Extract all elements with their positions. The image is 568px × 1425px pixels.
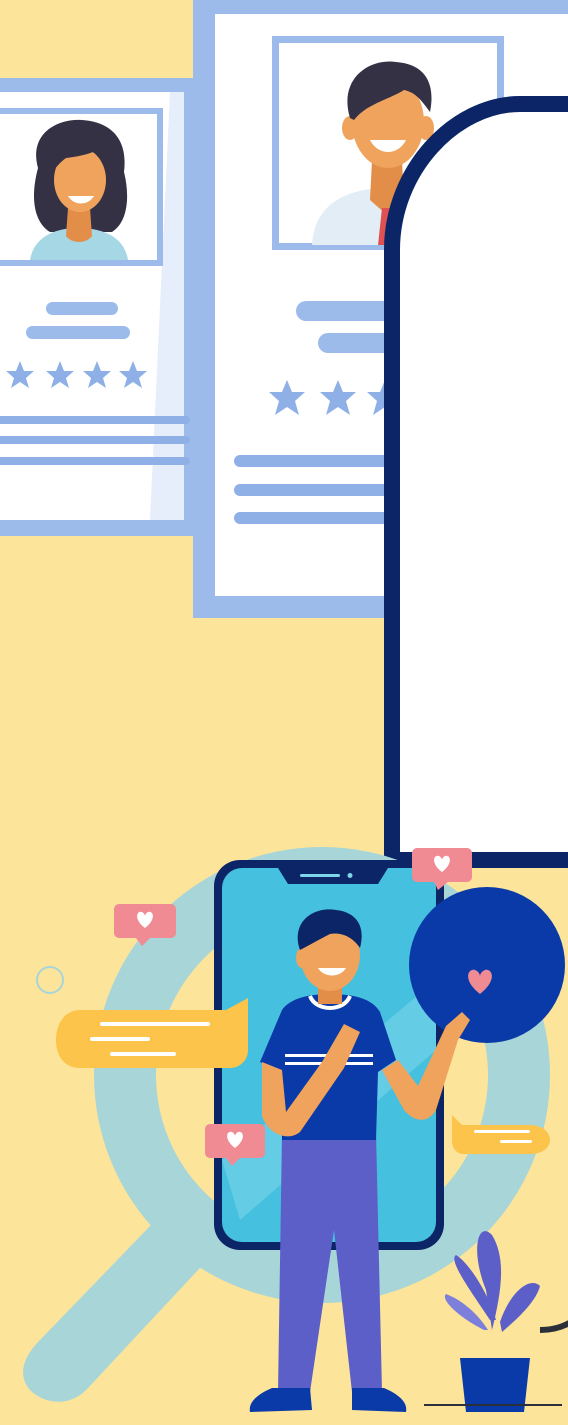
profile-card-woman (0, 78, 200, 536)
dating-illustration (0, 0, 568, 1412)
detail-placeholder-lines (0, 416, 190, 465)
detail-placeholder-lines (234, 455, 404, 524)
illustration-scene (0, 0, 568, 1425)
decorative-circle (36, 966, 64, 994)
accent-circle (409, 887, 565, 1043)
avatar-woman (0, 108, 163, 266)
